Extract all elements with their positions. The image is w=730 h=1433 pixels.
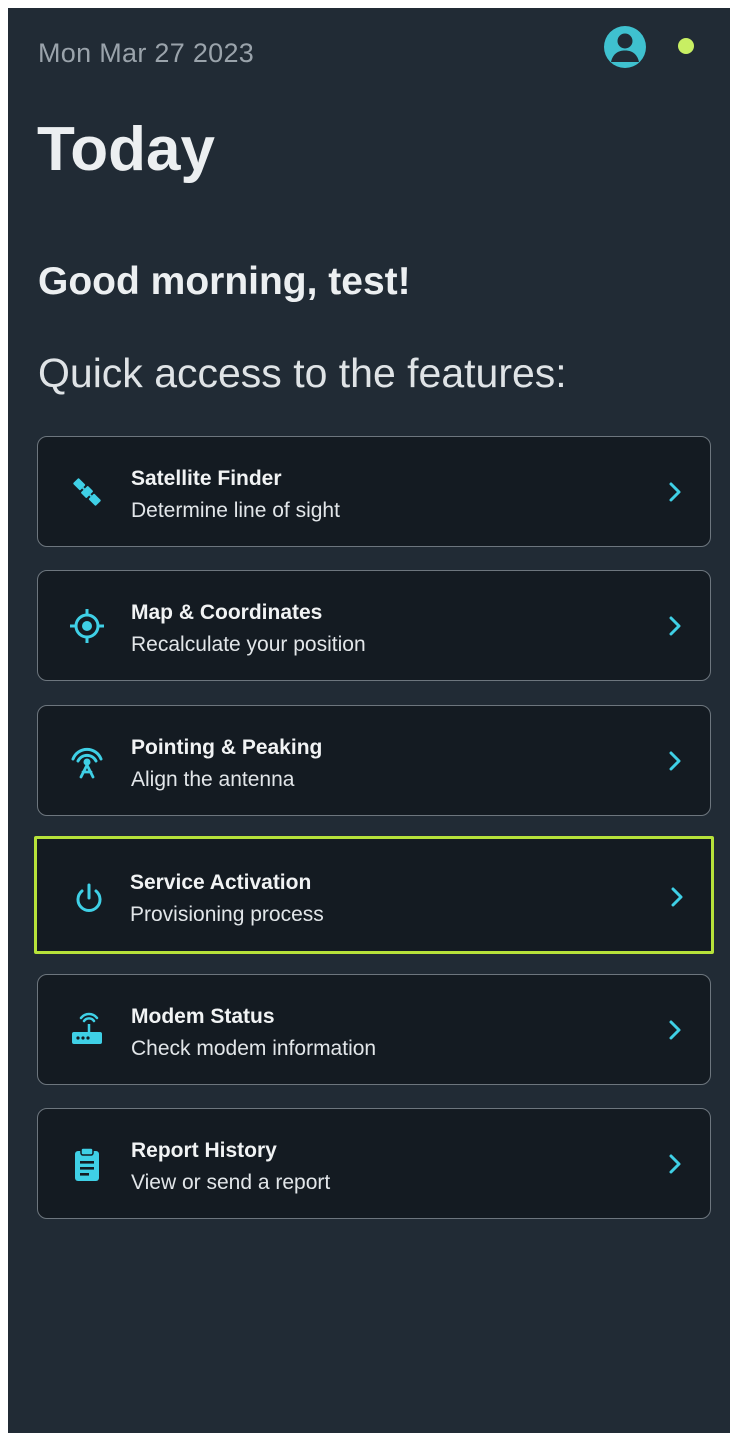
- feature-title: Map & Coordinates: [131, 601, 323, 624]
- feature-title: Satellite Finder: [131, 467, 282, 490]
- feature-card-map-coordinates[interactable]: Map & Coordinates Recalculate your posit…: [37, 570, 711, 681]
- power-icon: [76, 883, 102, 912]
- router-icon: [72, 1012, 102, 1044]
- feature-title: Modem Status: [131, 1005, 275, 1028]
- feature-subtitle: Check modem information: [131, 1037, 377, 1060]
- date-label: Mon Mar 27 2023: [38, 38, 255, 68]
- feature-title: Report History: [131, 1139, 277, 1162]
- chevron-right-icon: [671, 887, 683, 907]
- feature-subtitle: Recalculate your position: [131, 633, 366, 656]
- profile-button[interactable]: [604, 26, 646, 68]
- feature-card-service-activation[interactable]: Service Activation Provisioning process: [34, 836, 714, 954]
- satellite-icon: [73, 478, 101, 506]
- chevron-right-icon: [669, 616, 681, 636]
- chevron-right-icon: [669, 751, 681, 771]
- section-heading: Quick access to the features:: [38, 350, 567, 396]
- feature-subtitle: Determine line of sight: [131, 499, 340, 522]
- connection-status-dot: [678, 38, 694, 54]
- chevron-right-icon: [669, 1020, 681, 1040]
- home-screen: Mon Mar 27 2023 Today Good morning, test…: [8, 8, 730, 1433]
- crosshair-location-icon: [70, 609, 104, 643]
- feature-title: Pointing & Peaking: [131, 736, 323, 759]
- feature-subtitle: Align the antenna: [131, 768, 295, 791]
- feature-card-pointing-peaking[interactable]: Pointing & Peaking Align the antenna: [37, 705, 711, 816]
- chevron-right-icon: [669, 482, 681, 502]
- clipboard-icon: [75, 1147, 99, 1181]
- antenna-icon: [71, 747, 103, 779]
- feature-card-satellite-finder[interactable]: Satellite Finder Determine line of sight: [37, 436, 711, 547]
- feature-subtitle: View or send a report: [131, 1171, 331, 1194]
- greeting: Good morning, test!: [38, 260, 411, 303]
- feature-title: Service Activation: [130, 871, 312, 894]
- chevron-right-icon: [669, 1154, 681, 1174]
- feature-subtitle: Provisioning process: [130, 903, 324, 926]
- page-title: Today: [37, 115, 215, 184]
- feature-card-modem-status[interactable]: Modem Status Check modem information: [37, 974, 711, 1085]
- feature-card-report-history[interactable]: Report History View or send a report: [37, 1108, 711, 1219]
- account-circle-icon: [611, 33, 639, 62]
